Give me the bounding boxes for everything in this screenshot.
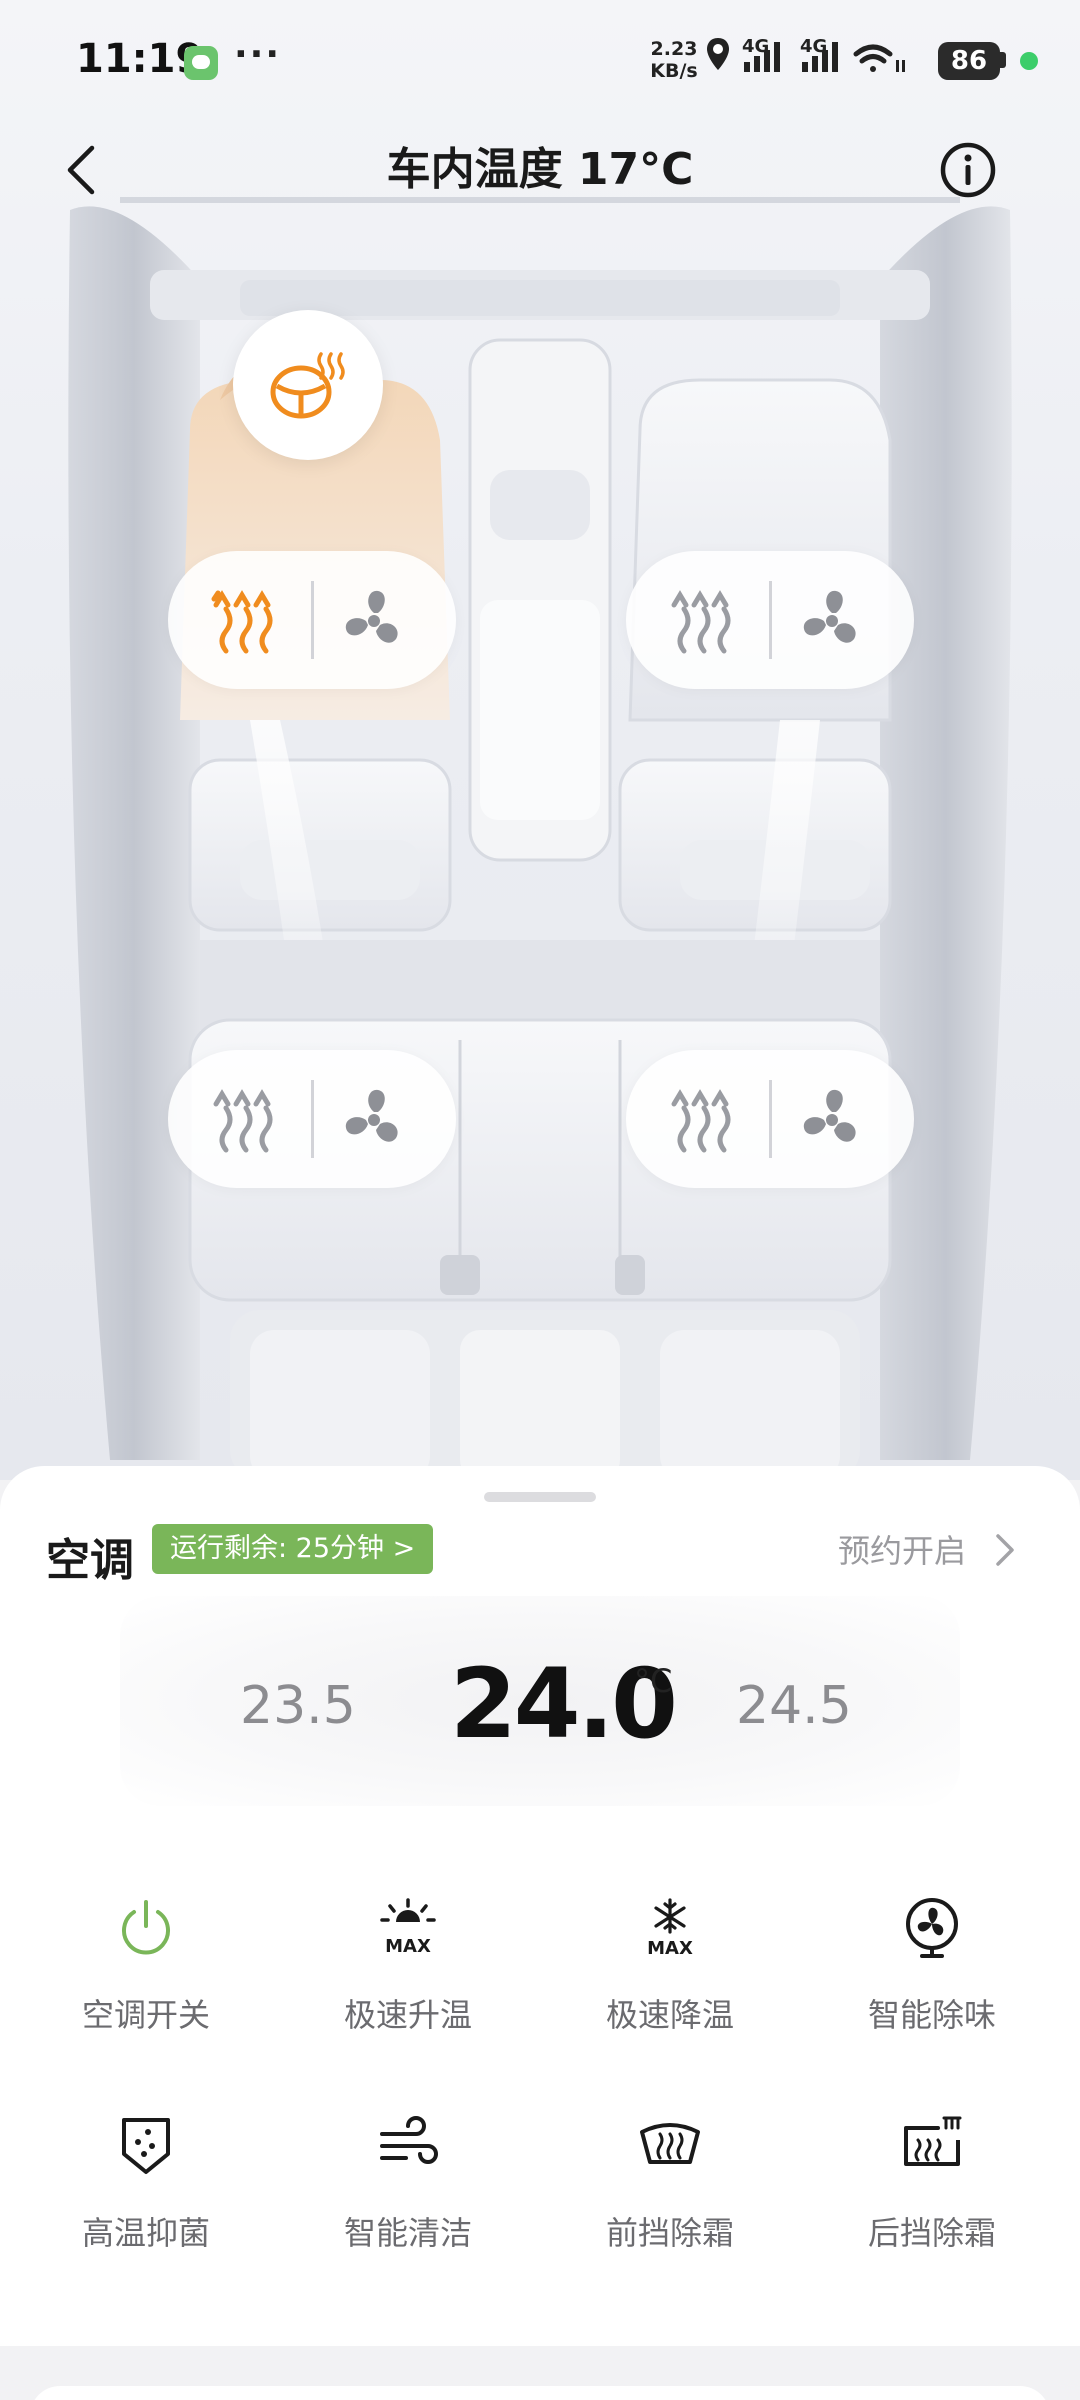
svg-text:MAX: MAX — [647, 1938, 693, 1959]
sun-max-icon: MAX — [380, 1898, 436, 1957]
ac-control-sheet: 空调 运行剩余: 25分钟 > 预约开启 23.5 24.0 °C 24.5 空… — [0, 1466, 1080, 2346]
schedule-start-link[interactable]: 预约开启 — [838, 1526, 966, 1572]
ac-title: 空调 — [46, 1535, 134, 1586]
rear-left-seat-heat-button[interactable] — [208, 1084, 284, 1154]
passenger-seat-controls — [626, 551, 914, 689]
temp-unit: °C — [634, 1662, 673, 1700]
fan-icon — [345, 590, 398, 643]
function-label: 极速降温 — [605, 1996, 734, 2034]
function-label: 前挡除霜 — [605, 2214, 734, 2252]
temp-option-higher[interactable]: 24.5 — [736, 1676, 852, 1736]
power-icon — [122, 1900, 170, 1955]
driver-seat-heat-button[interactable] — [208, 585, 284, 655]
seat-heat-icon — [671, 590, 731, 654]
temp-option-lower[interactable]: 23.5 — [240, 1676, 356, 1736]
high-temp-sterilize-button[interactable]: 高温抑菌 — [46, 2114, 246, 2294]
status-bar: 11:19 ··· 2.23 KB/s 4G 4G 86 — [0, 0, 1080, 120]
car-view: 11:19 ··· 2.23 KB/s 4G 4G 86 车内温度 17°C — [0, 0, 1080, 1480]
wind-icon — [380, 2116, 438, 2164]
steering-heat-icon — [270, 352, 345, 419]
next-card-peek — [30, 2386, 1050, 2400]
rear-defrost-button[interactable]: 后挡除霜 — [832, 2114, 1032, 2294]
function-label: 高温抑菌 — [81, 2214, 210, 2252]
snowflake-max-icon: MAX — [647, 1898, 693, 1959]
seat-heat-icon — [671, 1089, 731, 1153]
sheet-drag-handle[interactable] — [484, 1492, 596, 1502]
passenger-seat-vent-button[interactable] — [794, 583, 870, 659]
location-icon — [707, 38, 729, 70]
wifi-arrows-icon — [896, 60, 905, 72]
status-icons: 4G 4G — [707, 36, 905, 72]
pill-divider — [769, 581, 772, 659]
info-button[interactable] — [938, 140, 998, 200]
driver-seat-vent-button[interactable] — [336, 583, 412, 659]
seat-heat-icon — [213, 1089, 273, 1153]
pill-divider — [311, 1080, 314, 1158]
rapid-heat-button[interactable]: MAX 极速升温 — [308, 1896, 508, 2076]
function-label: 智能清洁 — [343, 2214, 472, 2252]
svg-text:MAX: MAX — [385, 1936, 431, 1957]
battery-indicator: 86 — [938, 42, 1000, 80]
rear-defrost-icon — [904, 2116, 962, 2166]
network-speed-value: 2.23 — [650, 38, 698, 60]
front-defrost-icon — [640, 2123, 700, 2164]
function-label: 极速升温 — [343, 1996, 472, 2034]
runtime-remaining-badge[interactable]: 运行剩余: 25分钟 > — [152, 1524, 434, 1574]
fan-circle-icon — [906, 1898, 958, 1958]
smart-clean-button[interactable]: 智能清洁 — [308, 2114, 508, 2294]
pill-divider — [769, 1080, 772, 1158]
chevron-right-icon[interactable] — [990, 1530, 1018, 1570]
shield-dots-icon — [122, 2118, 170, 2174]
seat-heat-icon — [211, 590, 273, 654]
fan-icon — [803, 1089, 856, 1142]
info-icon — [940, 142, 996, 198]
function-label: 智能除味 — [867, 1996, 996, 2034]
chevron-left-icon — [67, 145, 95, 195]
driver-seat-controls — [168, 551, 456, 689]
page-title: 车内温度 17°C — [386, 144, 694, 195]
fan-icon — [803, 590, 856, 643]
function-label: 后挡除霜 — [867, 2214, 996, 2252]
function-label: 空调开关 — [81, 1996, 210, 2034]
back-button[interactable] — [52, 138, 116, 202]
rear-right-seat-vent-button[interactable] — [794, 1082, 870, 1158]
wechat-notification-icon — [184, 46, 218, 80]
more-notifications-icon: ··· — [234, 34, 282, 75]
car-illustration — [68, 197, 1012, 1480]
rear-right-seat-heat-button[interactable] — [666, 1084, 742, 1154]
front-defrost-button[interactable]: 前挡除霜 — [570, 2114, 770, 2294]
ac-power-button[interactable]: 空调开关 — [46, 1896, 246, 2076]
passenger-seat-heat-button[interactable] — [666, 585, 742, 655]
rear-left-seat-controls — [168, 1050, 456, 1188]
steering-wheel-heat-button[interactable] — [233, 310, 383, 460]
fan-icon — [345, 1089, 398, 1142]
pill-divider — [311, 581, 314, 659]
privacy-indicator-dot — [1020, 52, 1038, 70]
battery-tip — [1000, 52, 1006, 68]
network-speed-unit: KB/s — [650, 60, 698, 82]
rapid-cool-button[interactable]: MAX 极速降温 — [570, 1896, 770, 2076]
wifi-icon — [853, 44, 893, 72]
rear-right-seat-controls — [626, 1050, 914, 1188]
smart-deodorize-button[interactable]: 智能除味 — [832, 1896, 1032, 2076]
network-speed: 2.23 KB/s — [646, 38, 702, 82]
rear-left-seat-vent-button[interactable] — [336, 1082, 412, 1158]
